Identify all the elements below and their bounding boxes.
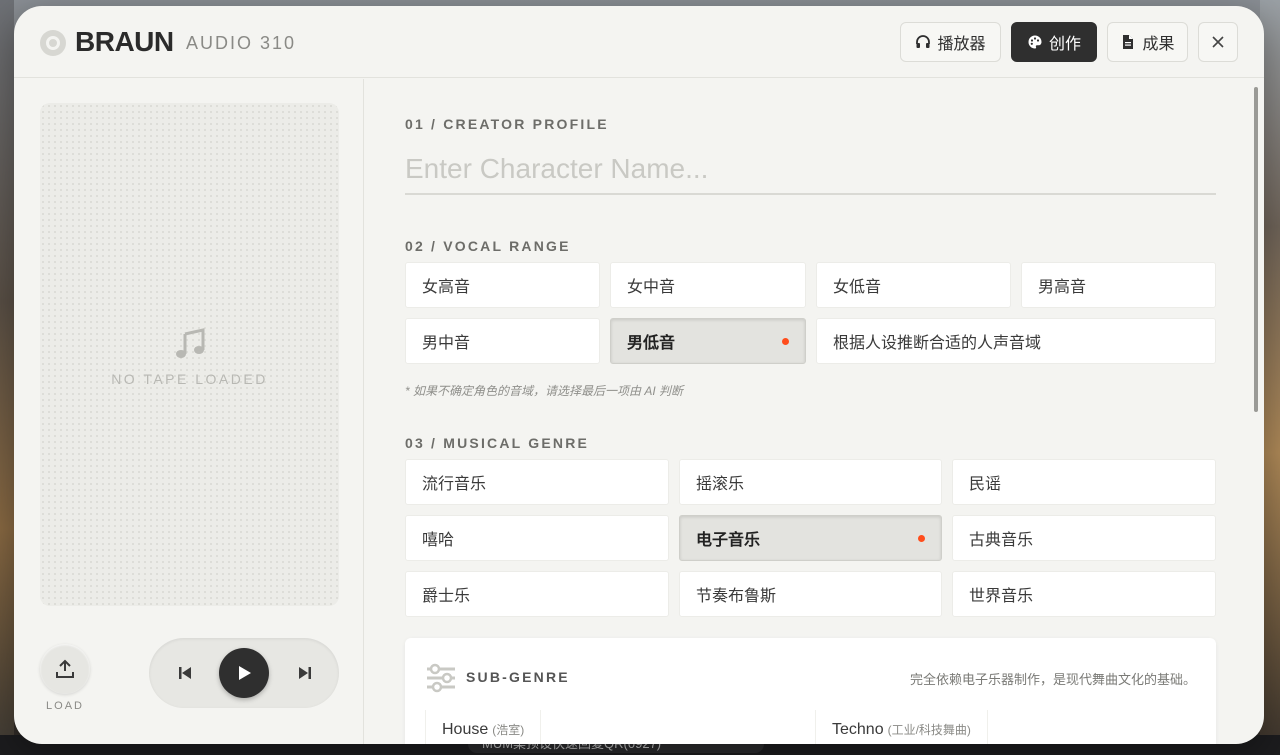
tab-create[interactable]: 创作 bbox=[1011, 22, 1097, 62]
genre-option[interactable]: 古典音乐 bbox=[952, 515, 1216, 561]
vocal-option[interactable]: 女中音 bbox=[610, 262, 806, 308]
play-icon bbox=[239, 666, 251, 680]
vocal-option[interactable]: 男中音 bbox=[405, 318, 600, 364]
section-title-vocal: 02 / VOCAL RANGE bbox=[405, 238, 571, 254]
tab-create-label: 创作 bbox=[1048, 36, 1081, 53]
genre-option[interactable]: 嘻哈 bbox=[405, 515, 669, 561]
disc-logo-icon bbox=[40, 30, 66, 56]
previous-track-button[interactable] bbox=[173, 661, 197, 685]
section-title-profile: 01 / CREATOR PROFILE bbox=[405, 116, 609, 132]
vocal-option[interactable]: 女低音 bbox=[816, 262, 1011, 308]
vocal-option[interactable]: 女高音 bbox=[405, 262, 600, 308]
character-name-input[interactable] bbox=[405, 145, 1216, 195]
subgenre-option[interactable]: House (浩室) bbox=[425, 710, 542, 744]
subgenre-option[interactable]: Techno (工业/科技舞曲) bbox=[815, 710, 988, 744]
close-icon bbox=[1212, 36, 1224, 48]
scrollbar[interactable] bbox=[1254, 87, 1258, 412]
skip-back-icon bbox=[179, 667, 191, 679]
headphones-icon bbox=[916, 35, 931, 48]
brand-name: BRAUN bbox=[75, 26, 174, 57]
next-track-button[interactable] bbox=[293, 661, 317, 685]
title-bar: BRAUN AUDIO 310 播放器 创作 成果 bbox=[14, 6, 1264, 78]
genre-option[interactable]: 世界音乐 bbox=[952, 571, 1216, 617]
genre-option[interactable]: 摇滚乐 bbox=[679, 459, 942, 505]
tab-player-label: 播放器 bbox=[937, 36, 986, 53]
document-icon bbox=[1123, 35, 1134, 49]
tape-slot[interactable]: NO TAPE LOADED bbox=[40, 103, 339, 606]
subgenre-panel: SUB-GENRE 完全依赖电子乐器制作，是现代舞曲文化的基础。 House (浩… bbox=[405, 638, 1216, 744]
vocal-hint: * 如果不确定角色的音域，请选择最后一项由 AI 判断 bbox=[405, 384, 684, 398]
genre-option[interactable]: 流行音乐 bbox=[405, 459, 669, 505]
sliders-icon bbox=[427, 663, 455, 693]
transport-controls bbox=[149, 638, 339, 708]
subgenre-description: 完全依赖电子乐器制作，是现代舞曲文化的基础。 bbox=[909, 672, 1196, 687]
creator-form: 01 / CREATOR PROFILE 02 / VOCAL RANGE 女高… bbox=[365, 79, 1264, 744]
subgenre-title: SUB-GENRE bbox=[466, 669, 570, 685]
play-button[interactable] bbox=[219, 648, 269, 698]
tab-results[interactable]: 成果 bbox=[1107, 22, 1188, 62]
palette-icon bbox=[1028, 35, 1042, 49]
music-note-icon bbox=[176, 328, 205, 358]
tab-player[interactable]: 播放器 bbox=[900, 22, 1001, 62]
tape-status: NO TAPE LOADED bbox=[111, 371, 268, 387]
vocal-option-selected[interactable]: 男低音 bbox=[610, 318, 806, 364]
selected-indicator-dot bbox=[918, 535, 925, 542]
genre-option[interactable]: 民谣 bbox=[952, 459, 1216, 505]
model-name: AUDIO 310 bbox=[186, 33, 297, 53]
load-label: LOAD bbox=[46, 700, 84, 712]
desktop-wallpaper-left bbox=[0, 0, 14, 755]
genre-option-selected[interactable]: 电子音乐 bbox=[679, 515, 942, 561]
vocal-option-ai[interactable]: 根据人设推断合适的人声音域 bbox=[816, 318, 1216, 364]
player-sidebar: NO TAPE LOADED LOAD bbox=[14, 79, 364, 744]
load-button[interactable] bbox=[40, 644, 90, 694]
section-title-genre: 03 / MUSICAL GENRE bbox=[405, 435, 590, 451]
genre-option[interactable]: 节奏布鲁斯 bbox=[679, 571, 942, 617]
tab-results-label: 成果 bbox=[1142, 36, 1175, 53]
selected-indicator-dot bbox=[782, 338, 789, 345]
close-button[interactable] bbox=[1198, 22, 1238, 62]
genre-option[interactable]: 爵士乐 bbox=[405, 571, 669, 617]
skip-forward-icon bbox=[299, 667, 311, 679]
vocal-option[interactable]: 男高音 bbox=[1021, 262, 1216, 308]
app-window: BRAUN AUDIO 310 播放器 创作 成果 NO TAPE LOADED bbox=[14, 6, 1264, 744]
upload-icon bbox=[56, 659, 74, 678]
